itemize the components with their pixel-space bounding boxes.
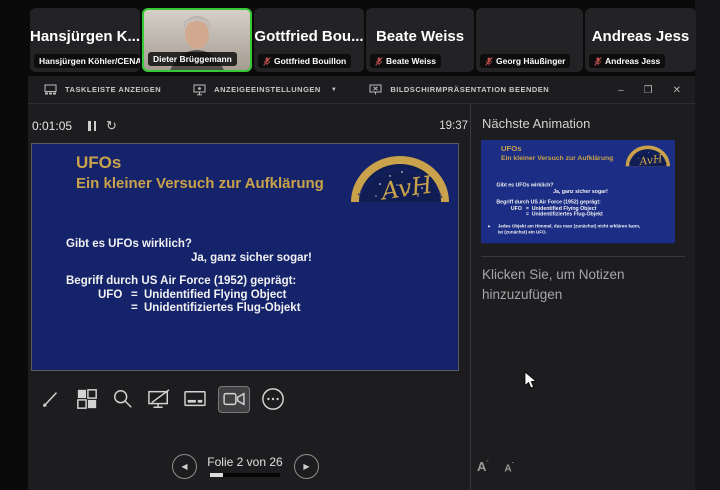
participant-tile[interactable]: Beate Weiss Beate Weiss xyxy=(366,8,474,72)
participant-label: Gottfried Bouillon xyxy=(258,54,351,68)
clock: 19:37 xyxy=(439,120,468,132)
participant-tile[interactable]: Hansjürgen K... Hansjürgen Köhler/CENAP xyxy=(30,8,140,72)
zoom-slide-button[interactable] xyxy=(110,386,136,412)
slide-term-line: Begriff durch US Air Force (1952) gepräg… xyxy=(66,275,296,287)
presenter-right-pane: Nächste Animation UFOs Ein kleiner Versu… xyxy=(471,104,695,490)
next-animation-preview[interactable]: UFOs Ein kleiner Versuch zur Aufklärung … xyxy=(481,140,676,244)
current-slide[interactable]: UFOs Ein kleiner Versuch zur Aufklärung … xyxy=(31,143,459,371)
participant-label: Hansjürgen Köhler/CENAP xyxy=(34,54,140,68)
restart-timer-button[interactable]: ↻ xyxy=(106,121,117,131)
subtitles-button[interactable] xyxy=(182,386,208,412)
avh-observatory-logo: Astronomieverein Humboldt Bayreuth e.V. … xyxy=(350,152,450,204)
display-settings-button[interactable]: ANZEIGEEINSTELLUNGEN ▼ xyxy=(193,84,337,96)
next-slide-thumbnail: UFOs Ein kleiner Versuch zur Aufklärung … xyxy=(481,140,675,243)
participant-tile-active-speaker[interactable]: Dieter Brüggemann xyxy=(142,8,252,72)
pen-tool-button[interactable] xyxy=(38,386,64,412)
participant-tile[interactable]: Gottfried Bou... Gottfried Bouillon xyxy=(254,8,364,72)
muted-mic-icon xyxy=(485,57,493,66)
end-presentation-label: BILDSCHIRMPRÄSENTATION BEENDEN xyxy=(390,85,549,94)
participant-tile[interactable]: Georg Häußinger xyxy=(476,8,583,72)
presenter-left-pane: 0:01:05 ↻ 19:37 UFOs Ein kleiner Versuch… xyxy=(28,104,470,490)
avh-observatory-logo-small: Astronomieverein Humboldt Bayreuth e.V. … xyxy=(625,144,670,168)
slide-definition-1: UFO=Unidentified Flying Object xyxy=(98,289,286,301)
minimize-button[interactable]: – xyxy=(618,85,624,96)
participant-label: Georg Häußinger xyxy=(480,54,570,68)
show-taskbar-label: TASKLEISTE ANZEIGEN xyxy=(65,85,161,94)
notes-divider xyxy=(481,256,685,257)
next-slide-button[interactable]: ▶ xyxy=(294,454,319,479)
video-camera-icon xyxy=(222,390,246,408)
muted-mic-icon xyxy=(263,57,271,66)
show-taskbar-button[interactable]: TASKLEISTE ANZEIGEN xyxy=(44,84,161,95)
chevron-down-icon: ▼ xyxy=(331,87,337,93)
bullet-arrow-icon: ► xyxy=(487,223,491,235)
slide-title: UFOs xyxy=(76,153,121,173)
presenter-toolbar: TASKLEISTE ANZEIGEN ANZEIGEEINSTELLUNGEN… xyxy=(28,76,695,104)
pause-timer-button[interactable] xyxy=(88,121,96,131)
slide-counter: Folie 2 von 26 xyxy=(200,455,290,469)
timer-value: 0:01:05 xyxy=(32,119,72,133)
restore-button[interactable]: ❐ xyxy=(644,85,653,96)
next-animation-heading: Nächste Animation xyxy=(482,116,590,131)
participant-tile[interactable]: Andreas Jess Andreas Jess xyxy=(585,8,696,72)
more-options-button[interactable] xyxy=(260,386,286,412)
slide-question: Gibt es UFOs wirklich? xyxy=(66,238,192,250)
end-presentation-button[interactable]: BILDSCHIRMPRÄSENTATION BEENDEN xyxy=(369,84,549,96)
slide-definition-2: =Unidentifiziertes Flug-Objekt xyxy=(131,302,301,314)
display-settings-label: ANZEIGEEINSTELLUNGEN xyxy=(214,85,321,94)
see-all-slides-button[interactable] xyxy=(74,386,100,412)
mouse-cursor xyxy=(524,371,537,389)
camera-toggle-button[interactable] xyxy=(218,386,250,413)
muted-mic-icon xyxy=(375,57,383,66)
subtitles-icon xyxy=(183,389,207,409)
slide-grid-icon xyxy=(76,388,98,410)
participant-label: Dieter Brüggemann xyxy=(148,52,237,66)
slide-progress-bar xyxy=(210,473,280,477)
notes-zoom-out-button[interactable]: Aˆ xyxy=(504,463,513,474)
participant-label: Andreas Jess xyxy=(589,54,665,68)
black-screen-button[interactable] xyxy=(146,386,172,412)
slideshow-tools xyxy=(28,384,286,414)
close-button[interactable]: ✕ xyxy=(673,85,681,96)
next-bullet-line: ► Jedes Objekt am Himmel, das man (zunäc… xyxy=(487,223,641,235)
slide-answer: Ja, ganz sicher sogar! xyxy=(191,252,312,264)
participants-strip: Hansjürgen K... Hansjürgen Köhler/CENAP … xyxy=(30,8,690,72)
screen-pen-icon xyxy=(147,388,171,410)
notes-zoom-in-button[interactable]: Aˆ xyxy=(477,459,488,474)
muted-mic-icon xyxy=(594,57,602,66)
ellipsis-icon xyxy=(261,387,285,411)
participant-label: Beate Weiss xyxy=(370,54,441,68)
magnifier-icon xyxy=(112,388,134,410)
pen-icon xyxy=(40,388,62,410)
notes-placeholder[interactable]: Klicken Sie, um Notizen hinzuzufügen xyxy=(482,265,657,304)
previous-slide-button[interactable]: ◀ xyxy=(172,454,197,479)
display-settings-icon xyxy=(193,84,206,96)
slide-navigation: ◀ Folie 2 von 26 ▶ xyxy=(28,453,470,483)
desktop-background: TASKLEISTE ANZEIGEN ANZEIGEEINSTELLUNGEN… xyxy=(0,0,720,490)
end-presentation-icon xyxy=(369,84,382,96)
taskbar-icon xyxy=(44,84,57,95)
slide-subtitle: Ein kleiner Versuch zur Aufklärung xyxy=(76,175,324,192)
presenter-window: TASKLEISTE ANZEIGEN ANZEIGEEINSTELLUNGEN… xyxy=(28,76,695,490)
desktop-right-margin xyxy=(695,0,720,490)
